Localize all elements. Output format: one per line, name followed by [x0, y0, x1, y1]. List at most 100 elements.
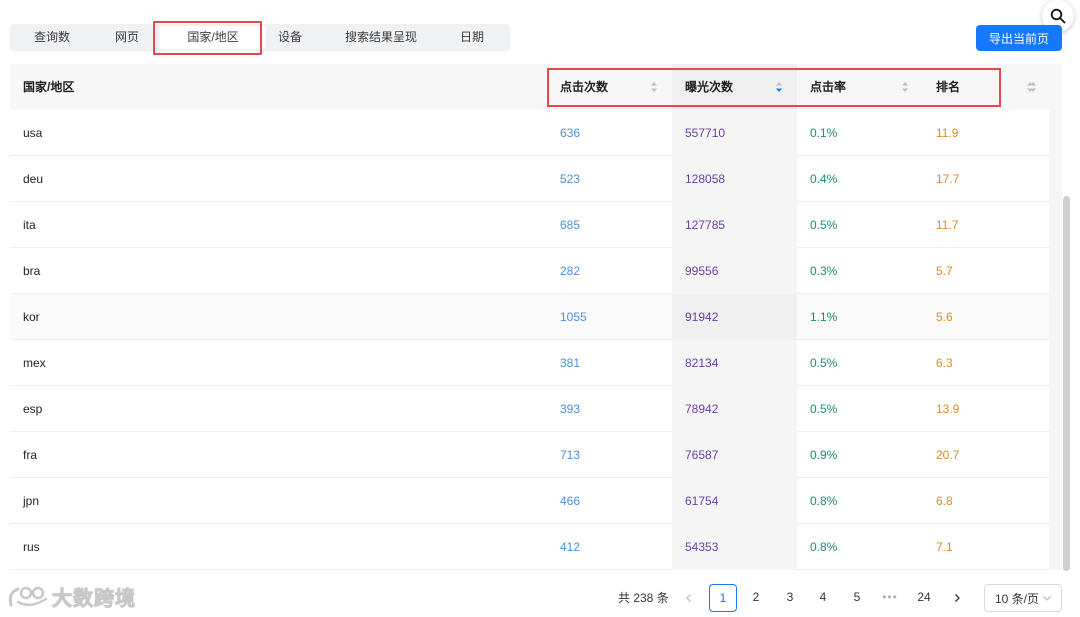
table-row[interactable]: fra 713 76587 0.9% 20.7 — [10, 431, 1062, 478]
page-scrollbar-thumb[interactable] — [1063, 196, 1070, 571]
cell-impressions: 127785 — [672, 201, 797, 248]
sort-icon[interactable] — [1026, 81, 1034, 93]
column-header-label: 国家/地区 — [23, 80, 75, 94]
column-header-label: 排名 — [936, 80, 961, 94]
cell-rank: 5.7 — [936, 263, 953, 278]
column-header-clicks[interactable]: 点击次数 — [547, 64, 672, 110]
column-header-label: 曝光次数 — [685, 80, 734, 94]
watermark-logo-icon — [8, 586, 48, 606]
cell-clicks: 523 — [560, 171, 581, 186]
cell-ctr: 0.5% — [810, 217, 838, 232]
cell-rank: 20.7 — [936, 447, 960, 462]
tab-search-appearance[interactable]: 搜索结果呈现 — [314, 24, 448, 51]
performance-table: 国家/地区 点击次数 曝光次数 点击率 排名 usa 636 557710 0.… — [10, 64, 1062, 570]
cell-country: bra — [23, 263, 41, 278]
page-button-4[interactable]: 4 — [809, 584, 837, 612]
chevron-down-icon — [1043, 596, 1051, 601]
chevron-right-icon — [955, 594, 960, 602]
cell-country: deu — [23, 171, 44, 186]
page-button-5[interactable]: 5 — [843, 584, 871, 612]
cell-rank: 6.3 — [936, 355, 953, 370]
cell-country: rus — [23, 539, 40, 554]
table-row[interactable]: mex 381 82134 0.5% 6.3 — [10, 339, 1062, 386]
page-ellipsis[interactable]: ••• — [876, 584, 904, 612]
tab-dates[interactable]: 日期 — [448, 24, 496, 51]
cell-country: ita — [23, 217, 36, 232]
cell-country: fra — [23, 447, 38, 462]
sort-icon[interactable] — [650, 81, 658, 93]
cell-rank: 11.9 — [936, 125, 959, 140]
cell-rank: 6.8 — [936, 493, 953, 508]
cell-ctr: 0.8% — [810, 539, 838, 554]
cell-country: kor — [23, 309, 40, 324]
chevron-left-icon — [686, 594, 691, 602]
table-row[interactable]: kor 1055 91942 1.1% 5.6 — [10, 293, 1062, 340]
cell-rank: 13.9 — [936, 401, 960, 416]
table-row[interactable]: jpn 466 61754 0.8% 6.8 — [10, 477, 1062, 524]
cell-ctr: 0.9% — [810, 447, 838, 462]
table-row[interactable]: bra 282 99556 0.3% 5.7 — [10, 247, 1062, 294]
cell-impressions: 128058 — [672, 155, 797, 202]
table-header: 国家/地区 点击次数 曝光次数 点击率 排名 — [10, 64, 1062, 110]
cell-rank: 7.1 — [936, 539, 953, 554]
tab-devices[interactable]: 设备 — [266, 24, 314, 51]
column-header-impressions[interactable]: 曝光次数 — [672, 64, 797, 110]
cell-ctr: 0.5% — [810, 355, 838, 370]
cell-clicks: 412 — [560, 539, 581, 554]
table-row[interactable]: ita 685 127785 0.5% 11.7 — [10, 201, 1062, 248]
page-size-value: 10 条/页 — [995, 591, 1040, 606]
cell-impressions: 82134 — [672, 339, 797, 386]
cell-impressions: 61754 — [672, 477, 797, 524]
search-performance-page: 查询数 网页 国家/地区 设备 搜索结果呈现 日期 导出当前页 国家/地区 点击… — [0, 0, 1080, 617]
cell-country: jpn — [23, 493, 40, 508]
cell-ctr: 0.1% — [810, 125, 838, 140]
cell-clicks: 685 — [560, 217, 581, 232]
watermark-text: 大数跨境 — [52, 588, 136, 611]
tab-queries[interactable]: 查询数 — [10, 24, 94, 51]
cell-impressions: 99556 — [672, 247, 797, 294]
cell-clicks: 393 — [560, 401, 581, 416]
cell-rank: 5.6 — [936, 309, 953, 324]
cell-ctr: 0.4% — [810, 171, 838, 186]
cell-country: mex — [23, 355, 46, 370]
next-page-button[interactable] — [943, 584, 971, 612]
dimension-tabs: 查询数 网页 国家/地区 设备 搜索结果呈现 日期 — [10, 24, 510, 51]
column-header-label: 点击率 — [810, 80, 847, 94]
cell-rank: 11.7 — [936, 217, 959, 232]
pagination-total: 共 238 条 — [618, 591, 669, 605]
column-header-label: 点击次数 — [560, 80, 609, 94]
tab-countries[interactable]: 国家/地区 — [160, 26, 266, 49]
cell-impressions: 54353 — [672, 523, 797, 570]
cell-clicks: 713 — [560, 447, 581, 462]
table-row[interactable]: rus 412 54353 0.8% 7.1 — [10, 523, 1062, 570]
cell-ctr: 1.1% — [810, 309, 838, 324]
cell-impressions: 78942 — [672, 385, 797, 432]
table-row[interactable]: usa 636 557710 0.1% 11.9 — [10, 109, 1062, 156]
page-button-24[interactable]: 24 — [910, 584, 938, 612]
cell-ctr: 0.3% — [810, 263, 838, 278]
export-current-page-button[interactable]: 导出当前页 — [976, 25, 1062, 51]
page-size-select[interactable]: 10 条/页 — [984, 584, 1062, 612]
column-header-country: 国家/地区 — [10, 64, 547, 110]
table-row[interactable]: esp 393 78942 0.5% 13.9 — [10, 385, 1062, 432]
cell-clicks: 282 — [560, 263, 581, 278]
page-button-1[interactable]: 1 — [709, 584, 737, 612]
sort-icon[interactable] — [901, 81, 909, 93]
cell-impressions: 76587 — [672, 431, 797, 478]
cell-country: usa — [23, 125, 43, 140]
cell-rank: 17.7 — [936, 171, 960, 186]
page-button-2[interactable]: 2 — [742, 584, 770, 612]
cell-clicks: 466 — [560, 493, 581, 508]
search-icon — [1050, 8, 1066, 24]
cell-country: esp — [23, 401, 43, 416]
table-scrollbar-track[interactable] — [1049, 110, 1062, 570]
column-header-ctr[interactable]: 点击率 — [797, 64, 923, 110]
sort-desc-icon[interactable] — [775, 81, 783, 93]
table-body: usa 636 557710 0.1% 11.9 deu 523 128058 … — [10, 109, 1062, 570]
prev-page-button[interactable] — [675, 584, 703, 612]
table-row[interactable]: deu 523 128058 0.4% 17.7 — [10, 155, 1062, 202]
page-button-3[interactable]: 3 — [776, 584, 804, 612]
cell-impressions: 91942 — [672, 293, 797, 340]
cell-ctr: 0.8% — [810, 493, 838, 508]
tab-pages[interactable]: 网页 — [94, 24, 160, 51]
